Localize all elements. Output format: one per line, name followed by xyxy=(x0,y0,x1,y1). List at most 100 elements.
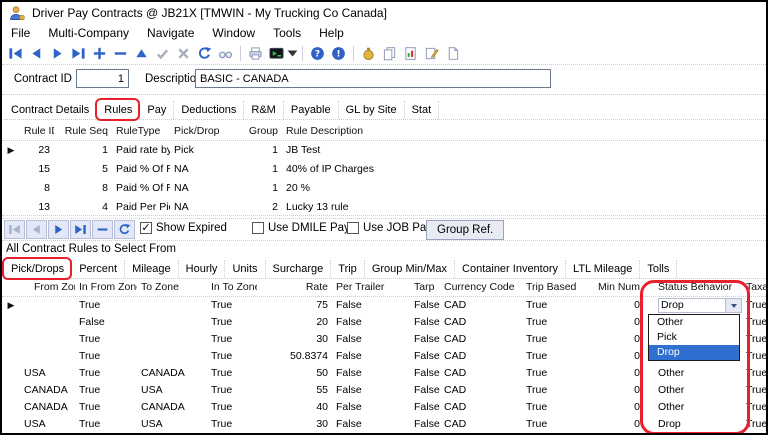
confirm-icon[interactable] xyxy=(152,44,173,63)
tab-payable[interactable]: Payable xyxy=(284,101,339,119)
cell-in-to-zone: True xyxy=(207,365,257,382)
grid-nav-buttons xyxy=(4,220,136,239)
col-header-in-from-zone[interactable]: In From Zone xyxy=(75,279,137,296)
move-up-icon[interactable] xyxy=(131,44,152,63)
cell-group: 2 xyxy=(230,198,282,217)
menu-window[interactable]: Window xyxy=(203,25,264,41)
toolbar-separator xyxy=(353,46,354,61)
dropdown-option-pick[interactable]: Pick xyxy=(649,330,739,345)
status-behavior-combo[interactable]: Drop xyxy=(658,298,742,313)
nav-next-icon[interactable] xyxy=(47,44,68,63)
combo-dropdown-button[interactable] xyxy=(725,299,741,312)
refresh-icon[interactable] xyxy=(194,44,215,63)
checkbox-checked[interactable]: ✓ xyxy=(140,222,152,234)
tab-gl-by-site[interactable]: GL by Site xyxy=(339,101,405,119)
grid-row[interactable]: 155Paid % Of ReNA140% of IP Charges xyxy=(2,160,766,179)
app-window: Driver Pay Contracts @ JB21X [TMWIN - My… xyxy=(0,0,768,435)
tab-contract-details[interactable]: Contract Details xyxy=(4,101,97,119)
col-header-min-num[interactable]: Min Num xyxy=(588,279,644,296)
col-header-ruletype[interactable]: RuleType xyxy=(112,122,170,140)
grid-row[interactable]: 88Paid % Of ReNA120 % xyxy=(2,179,766,198)
print-icon[interactable] xyxy=(245,44,266,63)
checkbox-show-expired[interactable]: ✓Show Expired xyxy=(140,222,227,234)
info-icon[interactable]: ! xyxy=(328,44,349,63)
group-ref-button[interactable]: Group Ref. xyxy=(426,220,504,240)
col-header-rule-description[interactable]: Rule Description xyxy=(282,122,762,140)
col-header-to-zone[interactable]: To Zone xyxy=(137,279,207,296)
checkbox-use-job-pay[interactable]: Use JOB Pay xyxy=(347,222,432,234)
col-header-rule-id[interactable]: Rule ID xyxy=(20,122,54,140)
grid-row[interactable]: ▶TrueTrue75FalseFalseCADTrue0DropTrue xyxy=(2,297,766,314)
dropdown-option-drop[interactable]: Drop xyxy=(649,345,739,360)
col-header-group[interactable]: Group xyxy=(230,122,282,140)
col-header-taxable[interactable]: Taxable xyxy=(742,279,766,296)
tab-container-inventory[interactable]: Container Inventory xyxy=(455,260,566,278)
nav-first-icon[interactable] xyxy=(5,44,26,63)
tab-deductions[interactable]: Deductions xyxy=(174,101,244,119)
tab-group-min-max[interactable]: Group Min/Max xyxy=(365,260,455,278)
checkbox-unchecked[interactable] xyxy=(252,222,264,234)
nav-prev-button[interactable] xyxy=(26,220,47,239)
tab-hourly[interactable]: Hourly xyxy=(179,260,226,278)
col-header-pick-drop[interactable]: Pick/Drop xyxy=(170,122,230,140)
col-header-status-behavior[interactable]: Status Behavior xyxy=(644,279,742,296)
col-header-in-to-zone[interactable]: In To Zone xyxy=(207,279,257,296)
add-icon[interactable] xyxy=(89,44,110,63)
menu-navigate[interactable]: Navigate xyxy=(138,25,203,41)
tab-percent[interactable]: Percent xyxy=(72,260,125,278)
grid-row[interactable]: USATrueUSATrue30FalseFalseCADTrue0DropTr… xyxy=(2,416,766,433)
nav-last-icon[interactable] xyxy=(68,44,89,63)
refresh-button[interactable] xyxy=(114,220,135,239)
new-page-icon[interactable] xyxy=(442,44,463,63)
tab-mileage[interactable]: Mileage xyxy=(125,260,179,278)
tab-pick-drops[interactable]: Pick/Drops xyxy=(4,260,72,278)
grid-row[interactable]: ▶231Paid rate by lPick1JB Test xyxy=(2,141,766,160)
nav-first-button[interactable] xyxy=(4,220,25,239)
nav-last-button[interactable] xyxy=(70,220,91,239)
contract-id-input[interactable] xyxy=(76,69,129,88)
cell-tarp: False xyxy=(410,331,440,348)
tab-units[interactable]: Units xyxy=(225,260,265,278)
binoculars-icon[interactable] xyxy=(215,44,236,63)
cancel-icon[interactable] xyxy=(173,44,194,63)
help-icon[interactable]: ? xyxy=(307,44,328,63)
remove-icon[interactable] xyxy=(110,44,131,63)
grid-row[interactable]: 134Paid Per PickNA2Lucky 13 rule xyxy=(2,198,766,217)
tab-tolls[interactable]: Tolls xyxy=(640,260,677,278)
grid-row[interactable]: CANADATrueCANADATrue40FalseFalseCADTrue0… xyxy=(2,399,766,416)
tab-stat[interactable]: Stat xyxy=(405,101,440,119)
nav-prev-icon[interactable] xyxy=(26,44,47,63)
tab-r-m[interactable]: R&M xyxy=(244,101,283,119)
checkbox-unchecked[interactable] xyxy=(347,222,359,234)
row-selector-cell xyxy=(2,179,20,198)
col-header-from-zone[interactable]: From Zone xyxy=(20,279,75,296)
checkbox-use-dmile-pay[interactable]: Use DMILE Pay xyxy=(252,222,350,234)
menu-file[interactable]: File xyxy=(2,25,39,41)
menu-tools[interactable]: Tools xyxy=(264,25,310,41)
edit-icon[interactable] xyxy=(421,44,442,63)
tab-rules[interactable]: Rules xyxy=(97,101,140,119)
tab-surcharge[interactable]: Surcharge xyxy=(266,260,332,278)
col-header-per-trailer[interactable]: Per Trailer xyxy=(332,279,410,296)
grid-row[interactable]: CANADATrueUSATrue55FalseFalseCADTrue0Oth… xyxy=(2,382,766,399)
tab-ltl-mileage[interactable]: LTL Mileage xyxy=(566,260,640,278)
col-header-tarp[interactable]: Tarp xyxy=(410,279,440,296)
col-header-rule-seq[interactable]: Rule Seq xyxy=(54,122,112,140)
remove-button[interactable] xyxy=(92,220,113,239)
money-bag-icon[interactable] xyxy=(358,44,379,63)
copy-icon[interactable] xyxy=(379,44,400,63)
col-header-rate[interactable]: Rate xyxy=(257,279,332,296)
dropdown-option-other[interactable]: Other xyxy=(649,315,739,330)
terminal-icon[interactable] xyxy=(266,44,287,63)
report-icon[interactable] xyxy=(400,44,421,63)
grid-row[interactable]: USATrueCANADATrue50FalseFalseCADTrue0Oth… xyxy=(2,365,766,382)
menu-multi-company[interactable]: Multi-Company xyxy=(39,25,138,41)
tab-pay[interactable]: Pay xyxy=(140,101,174,119)
description-input[interactable] xyxy=(195,69,551,88)
nav-next-button[interactable] xyxy=(48,220,69,239)
menu-help[interactable]: Help xyxy=(310,25,353,41)
tab-trip[interactable]: Trip xyxy=(331,260,365,278)
col-header-currency-code[interactable]: Currency Code xyxy=(440,279,522,296)
col-header-trip-based[interactable]: Trip Based xyxy=(522,279,588,296)
dropdown-caret-icon[interactable] xyxy=(287,44,298,63)
